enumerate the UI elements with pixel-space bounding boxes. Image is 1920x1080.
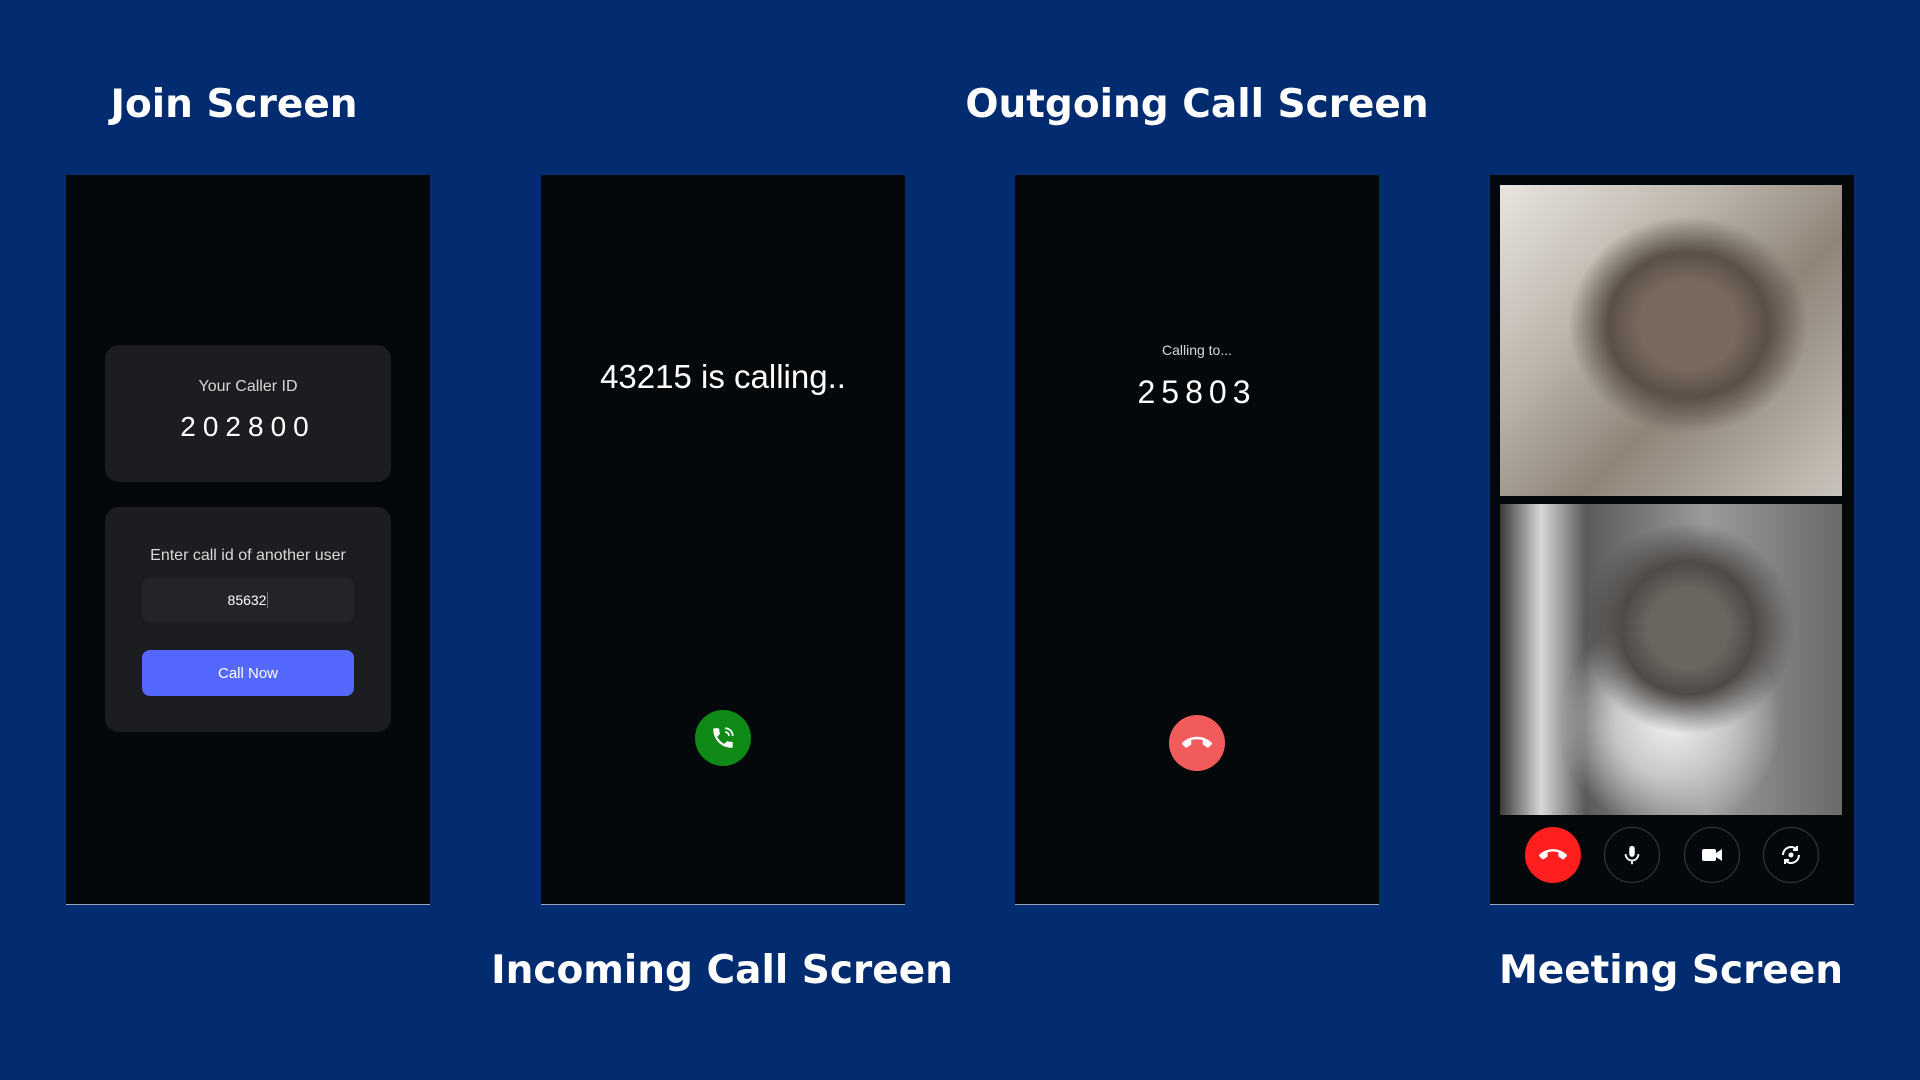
phone-icon: [713, 727, 734, 748]
remote-video-tile: [1500, 185, 1842, 496]
incoming-screen: 43215 is calling..: [541, 175, 905, 905]
outgoing-screen: Calling to... 25803: [1015, 175, 1379, 905]
microphone-button[interactable]: [1604, 827, 1660, 883]
accept-call-button[interactable]: [695, 710, 751, 766]
join-screen-title: Join Screen: [110, 82, 358, 127]
join-screen: Your Caller ID 202800 Enter call id of a…: [66, 175, 430, 905]
callee-id: 25803: [1137, 374, 1257, 410]
camera-switch-icon: [1782, 846, 1800, 864]
caller-id-card: Your Caller ID 202800: [105, 345, 391, 482]
meeting-screen: [1490, 175, 1854, 905]
incoming-message: 43215 is calling..: [600, 358, 846, 395]
meeting-screen-title: Meeting Screen: [1498, 948, 1844, 993]
leave-meeting-button[interactable]: [1525, 827, 1581, 883]
call-form-card: Enter call id of another user 85632 Call…: [105, 507, 391, 732]
outgoing-screen-title: Outgoing Call Screen: [965, 82, 1429, 127]
incoming-screen-title: Incoming Call Screen: [491, 948, 953, 993]
microphone-icon: [1624, 845, 1640, 865]
caller-id-label: Your Caller ID: [198, 378, 298, 395]
camera-button[interactable]: [1684, 827, 1740, 883]
phone-hangup-icon: [1539, 849, 1567, 860]
text-cursor: [267, 592, 269, 608]
call-id-input-value: 85632: [227, 592, 267, 608]
call-now-button[interactable]: Call Now: [142, 650, 354, 696]
call-id-input[interactable]: 85632: [142, 578, 354, 622]
video-camera-icon: [1702, 849, 1722, 861]
enter-call-id-label: Enter call id of another user: [150, 547, 346, 564]
local-video-tile: [1500, 504, 1842, 815]
phone-hangup-icon: [1182, 736, 1212, 748]
calling-to-label: Calling to...: [1161, 342, 1233, 358]
caller-id-value: 202800: [180, 411, 316, 442]
end-call-button[interactable]: [1169, 715, 1225, 771]
switch-camera-button[interactable]: [1763, 827, 1819, 883]
